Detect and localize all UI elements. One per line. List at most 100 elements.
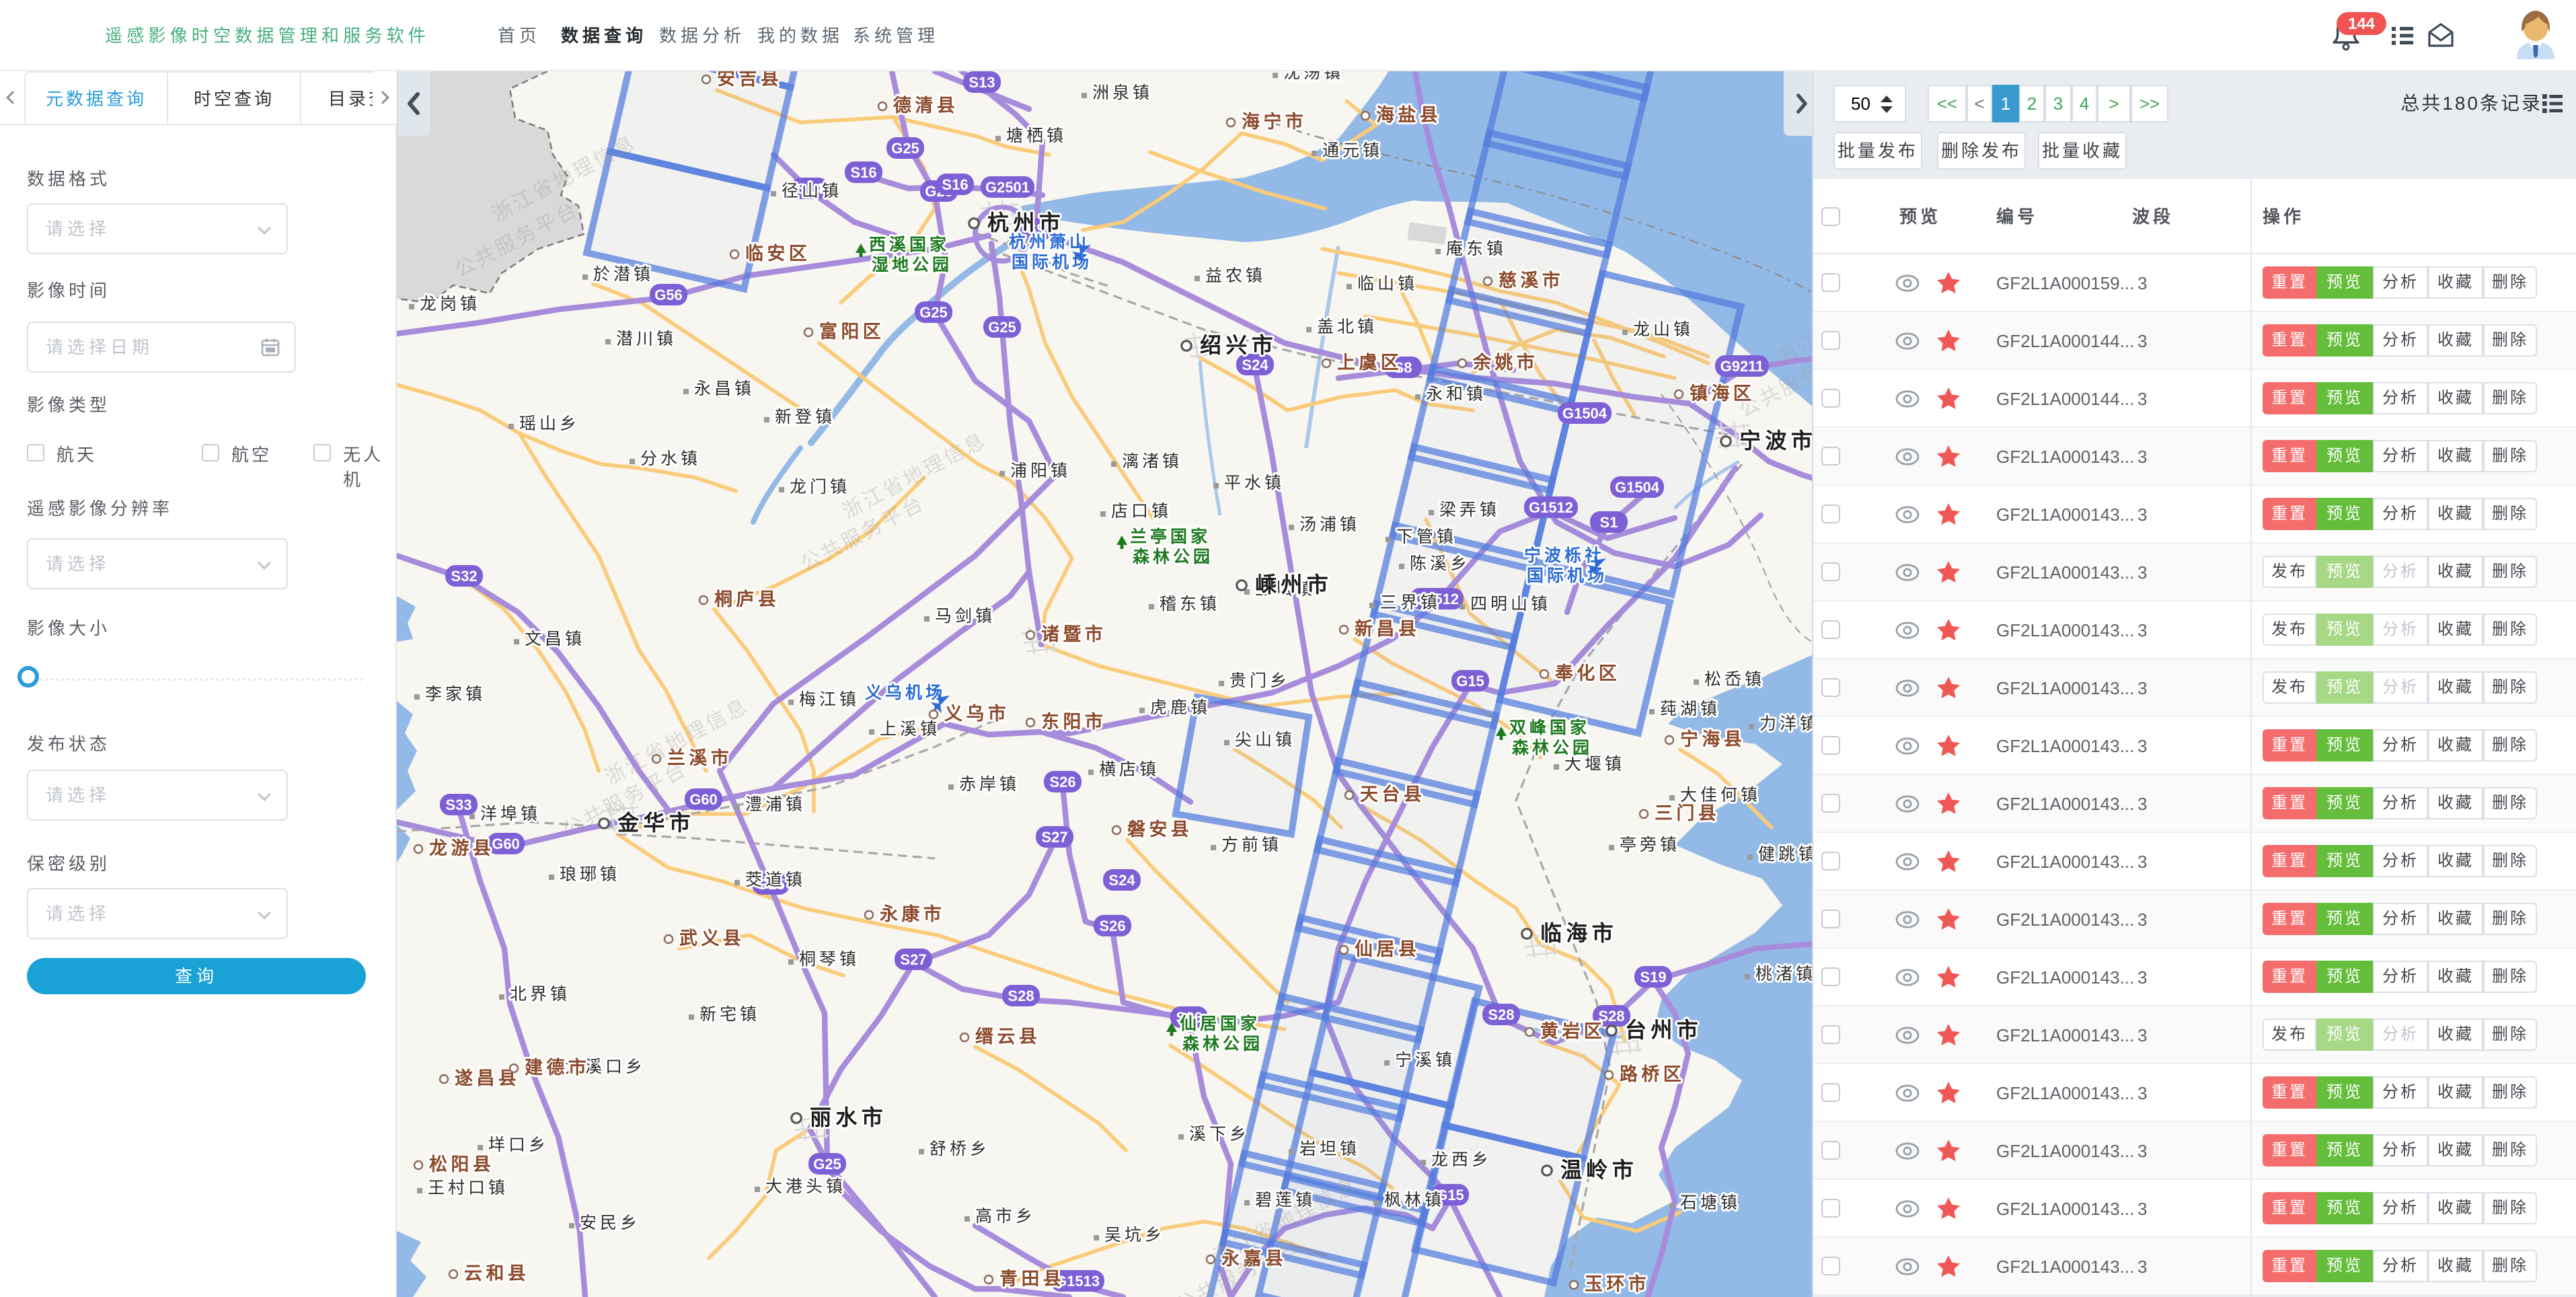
svg-text:临安区: 临安区	[745, 243, 810, 264]
svg-text:洲泉镇: 洲泉镇	[1092, 83, 1153, 102]
svg-text:嵊州市: 嵊州市	[1255, 572, 1332, 597]
svg-text:S16: S16	[942, 176, 968, 193]
svg-text:建德市: 建德市	[525, 1057, 590, 1078]
svg-text:森林公园: 森林公园	[1182, 1035, 1263, 1053]
svg-text:海宁市: 海宁市	[1242, 111, 1307, 132]
svg-text:S16: S16	[850, 164, 876, 181]
svg-text:三界镇: 三界镇	[1380, 593, 1441, 612]
svg-text:永和镇: 永和镇	[1426, 385, 1486, 404]
svg-text:贵门乡: 贵门乡	[1229, 671, 1290, 690]
svg-text:虎鹿镇: 虎鹿镇	[1150, 698, 1211, 717]
svg-text:方前镇: 方前镇	[1221, 836, 1282, 854]
svg-text:王村口镇: 王村口镇	[428, 1179, 508, 1197]
svg-text:湿地公园: 湿地公园	[872, 256, 952, 274]
svg-text:S26: S26	[1099, 918, 1125, 934]
svg-text:S28: S28	[1008, 988, 1034, 1004]
svg-text:龙游县: 龙游县	[429, 838, 494, 858]
svg-text:G25: G25	[988, 319, 1016, 336]
svg-text:S19: S19	[1640, 969, 1666, 986]
svg-text:S28: S28	[1488, 1006, 1514, 1023]
svg-text:G25: G25	[891, 140, 919, 157]
svg-text:S1: S1	[1600, 514, 1618, 531]
svg-text:森林公园: 森林公园	[1133, 548, 1213, 566]
svg-text:三门县: 三门县	[1655, 803, 1720, 823]
svg-text:龙岗镇: 龙岗镇	[420, 295, 480, 313]
svg-text:龙山镇: 龙山镇	[1633, 320, 1694, 339]
svg-text:临海市: 临海市	[1540, 921, 1618, 945]
svg-text:洋埠镇: 洋埠镇	[480, 805, 541, 823]
svg-text:义乌市: 义乌市	[944, 703, 1010, 724]
svg-text:瑶山乡: 瑶山乡	[519, 414, 580, 433]
svg-text:潜川镇: 潜川镇	[616, 330, 677, 348]
svg-text:高市乡: 高市乡	[975, 1207, 1036, 1226]
svg-text:路桥区: 路桥区	[1620, 1064, 1685, 1084]
svg-text:琅琊镇: 琅琊镇	[560, 865, 620, 884]
svg-text:G60: G60	[492, 836, 520, 852]
svg-text:G60: G60	[689, 791, 718, 808]
svg-text:S32: S32	[451, 568, 477, 585]
svg-text:梁弄镇: 梁弄镇	[1439, 501, 1500, 519]
svg-text:仙居县: 仙居县	[1355, 939, 1420, 959]
svg-text:杭州萧山: 杭州萧山	[1009, 232, 1090, 252]
svg-text:石塘镇: 石塘镇	[1680, 1193, 1741, 1212]
svg-text:龙西乡: 龙西乡	[1431, 1150, 1492, 1169]
svg-text:下管镇: 下管镇	[1396, 527, 1457, 546]
svg-text:温岭市: 温岭市	[1560, 1158, 1638, 1182]
svg-text:G2501: G2501	[985, 179, 1030, 196]
svg-text:西溪国家: 西溪国家	[869, 235, 950, 254]
svg-text:黄岩区: 黄岩区	[1540, 1021, 1605, 1041]
svg-text:稽东镇: 稽东镇	[1160, 595, 1220, 614]
svg-text:浦阳镇: 浦阳镇	[1010, 461, 1071, 480]
svg-text:四明山镇: 四明山镇	[1470, 595, 1551, 614]
svg-text:溪下乡: 溪下乡	[1189, 1125, 1250, 1144]
svg-text:漓渚镇: 漓渚镇	[1122, 452, 1182, 471]
svg-text:G1512: G1512	[1529, 499, 1573, 516]
svg-text:龙门镇: 龙门镇	[790, 478, 850, 496]
svg-text:松阳县: 松阳县	[429, 1154, 494, 1175]
svg-text:横店镇: 横店镇	[1099, 760, 1160, 779]
svg-text:舒桥乡: 舒桥乡	[930, 1140, 990, 1158]
svg-text:通元镇: 通元镇	[1322, 141, 1383, 160]
svg-text:武义县: 武义县	[679, 928, 745, 949]
svg-text:144: 144	[2348, 15, 2376, 33]
svg-text:森林公园: 森林公园	[1512, 739, 1593, 757]
svg-text:海盐县: 海盐县	[1376, 105, 1441, 125]
svg-text:汤浦镇: 汤浦镇	[1299, 515, 1360, 534]
svg-text:G25: G25	[813, 1156, 841, 1173]
svg-text:店口镇: 店口镇	[1111, 502, 1172, 521]
svg-text:塘栖镇: 塘栖镇	[1006, 126, 1067, 145]
svg-text:S27: S27	[900, 951, 926, 968]
svg-text:S33: S33	[445, 796, 471, 813]
svg-text:平水镇: 平水镇	[1224, 474, 1285, 492]
svg-text:富阳区: 富阳区	[819, 321, 884, 342]
svg-text:垟口乡: 垟口乡	[488, 1136, 549, 1154]
svg-text:青田县: 青田县	[999, 1269, 1065, 1289]
svg-text:陈溪乡: 陈溪乡	[1410, 554, 1470, 573]
svg-text:金华市: 金华市	[617, 811, 695, 835]
svg-text:上溪镇: 上溪镇	[880, 720, 940, 739]
svg-text:德清县: 德清县	[893, 96, 958, 116]
svg-text:於潜镇: 於潜镇	[593, 265, 654, 284]
svg-text:吴坑乡: 吴坑乡	[1104, 1226, 1165, 1245]
svg-text:北界镇: 北界镇	[510, 985, 570, 1004]
svg-text:益农镇: 益农镇	[1205, 266, 1266, 285]
svg-text:义乌机场: 义乌机场	[865, 683, 946, 702]
svg-text:枫林镇: 枫林镇	[1384, 1191, 1445, 1210]
svg-text:梅江镇: 梅江镇	[799, 690, 860, 709]
svg-text:新宅镇: 新宅镇	[699, 1005, 760, 1024]
svg-text:李家镇: 李家镇	[425, 685, 486, 704]
svg-text:大堰镇: 大堰镇	[1564, 755, 1625, 774]
svg-text:台州市: 台州市	[1625, 1018, 1702, 1042]
svg-text:仙居国家: 仙居国家	[1180, 1014, 1260, 1033]
svg-text:奉化区: 奉化区	[1554, 663, 1620, 683]
svg-text:慈溪市: 慈溪市	[1499, 270, 1564, 291]
svg-text:玉环市: 玉环市	[1585, 1273, 1650, 1294]
svg-text:双峰国家: 双峰国家	[1509, 718, 1590, 737]
svg-text:澧浦镇: 澧浦镇	[745, 795, 806, 814]
svg-text:云和县: 云和县	[464, 1263, 529, 1284]
svg-text:S26: S26	[1049, 774, 1075, 790]
svg-text:径山镇: 径山镇	[782, 182, 842, 200]
svg-text:G1504: G1504	[1615, 479, 1660, 496]
svg-text:宁波市: 宁波市	[1739, 429, 1817, 453]
svg-text:天台县: 天台县	[1360, 784, 1425, 805]
